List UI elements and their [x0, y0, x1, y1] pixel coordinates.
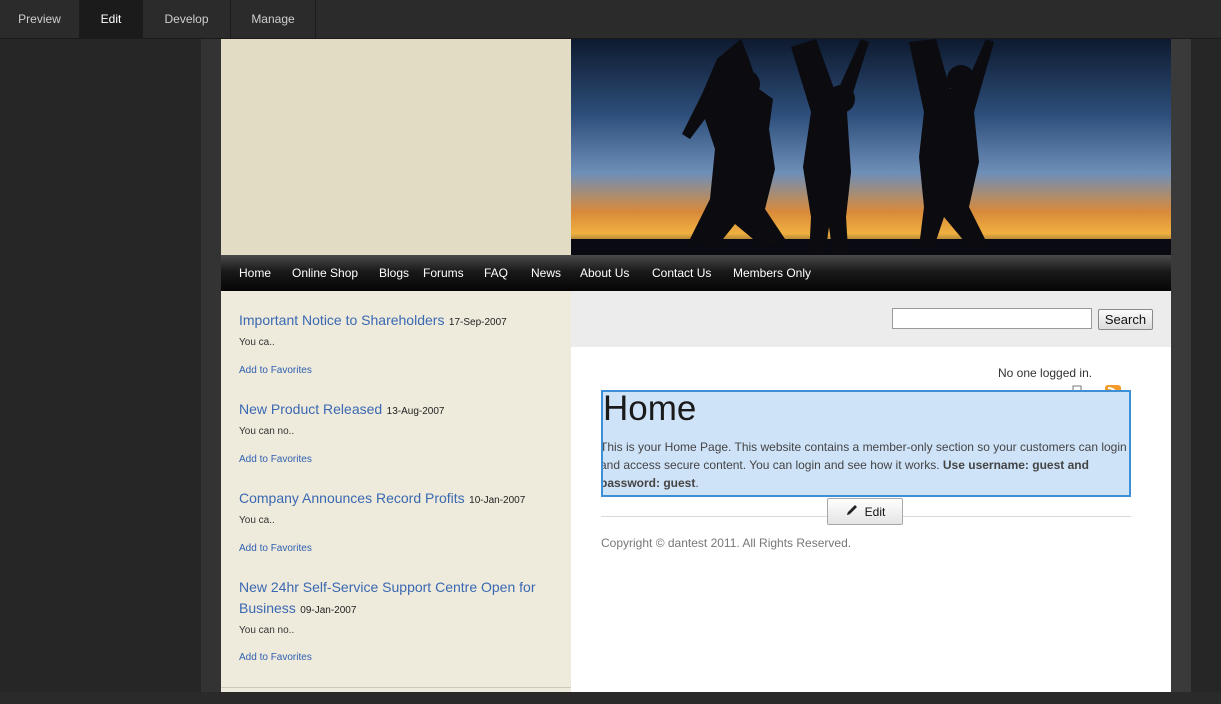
news-headline[interactable]: New Product Released [239, 401, 382, 417]
page-body: This is your Home Page. This website con… [601, 440, 1127, 490]
search-button[interactable]: Search [1098, 309, 1153, 330]
page-title: Home [603, 390, 697, 428]
edit-button-label: Edit [864, 504, 886, 519]
login-status: No one logged in. [998, 366, 1093, 380]
header-banner-left [221, 39, 571, 255]
header-photo [571, 39, 1171, 255]
news-item: Company Announces Record Profits 10-Jan-… [239, 488, 559, 554]
news-item: New 24hr Self-Service Support Centre Ope… [239, 577, 559, 663]
add-to-favorites-link[interactable]: Add to Favorites [239, 454, 312, 465]
news-excerpt: You can no.. [239, 426, 295, 437]
news-date: 09-Jan-2007 [300, 605, 357, 616]
main-nav: Home Online Shop Blogs Forums FAQ News A… [221, 255, 1171, 291]
pencil-icon [845, 503, 859, 520]
news-date: 13-Aug-2007 [386, 406, 445, 417]
editor-toolbar: Preview Edit Develop Manage [0, 0, 1221, 39]
bottom-bar [0, 692, 1221, 704]
news-excerpt: You ca.. [239, 337, 275, 348]
add-to-favorites-link[interactable]: Add to Favorites [239, 652, 312, 663]
sidebar-divider [221, 687, 571, 688]
news-headline[interactable]: Company Announces Record Profits [239, 490, 465, 506]
tab-edit[interactable]: Edit [80, 0, 143, 39]
nav-home[interactable]: Home [239, 255, 271, 291]
search-bar: Search [571, 291, 1171, 347]
copyright-text: Copyright © dantest 2011. All Rights Res… [601, 536, 852, 550]
nav-blogs[interactable]: Blogs [379, 255, 409, 291]
news-excerpt: You ca.. [239, 515, 275, 526]
add-to-favorites-link[interactable]: Add to Favorites [239, 543, 312, 554]
tab-develop[interactable]: Develop [143, 0, 231, 39]
news-item: New Product Released 13-Aug-2007 You can… [239, 399, 559, 465]
nav-contact-us[interactable]: Contact Us [652, 255, 711, 291]
editable-content-region[interactable]: Home This is your Home Page. This websit… [601, 390, 1131, 497]
website-preview: Home Online Shop Blogs Forums FAQ News A… [221, 39, 1171, 692]
news-item: Important Notice to Shareholders 17-Sep-… [239, 310, 559, 376]
news-date: 10-Jan-2007 [469, 495, 526, 506]
news-sidebar: Important Notice to Shareholders 17-Sep-… [221, 291, 571, 692]
nav-members-only[interactable]: Members Only [733, 255, 811, 291]
nav-news[interactable]: News [531, 255, 561, 291]
tab-preview[interactable]: Preview [0, 0, 80, 39]
news-headline[interactable]: Important Notice to Shareholders [239, 312, 444, 328]
news-excerpt: You can no.. [239, 625, 295, 636]
tab-manage[interactable]: Manage [231, 0, 316, 39]
nav-forums[interactable]: Forums [423, 255, 464, 291]
edit-button[interactable]: Edit [827, 498, 903, 525]
news-headline[interactable]: New 24hr Self-Service Support Centre Ope… [239, 579, 535, 616]
add-to-favorites-link[interactable]: Add to Favorites [239, 365, 312, 376]
news-date: 17-Sep-2007 [448, 317, 507, 328]
nav-online-shop[interactable]: Online Shop [292, 255, 358, 291]
search-input[interactable] [892, 308, 1092, 329]
canvas-scrollbar[interactable] [1171, 39, 1191, 692]
nav-about-us[interactable]: About Us [580, 255, 629, 291]
nav-faq[interactable]: FAQ [484, 255, 508, 291]
